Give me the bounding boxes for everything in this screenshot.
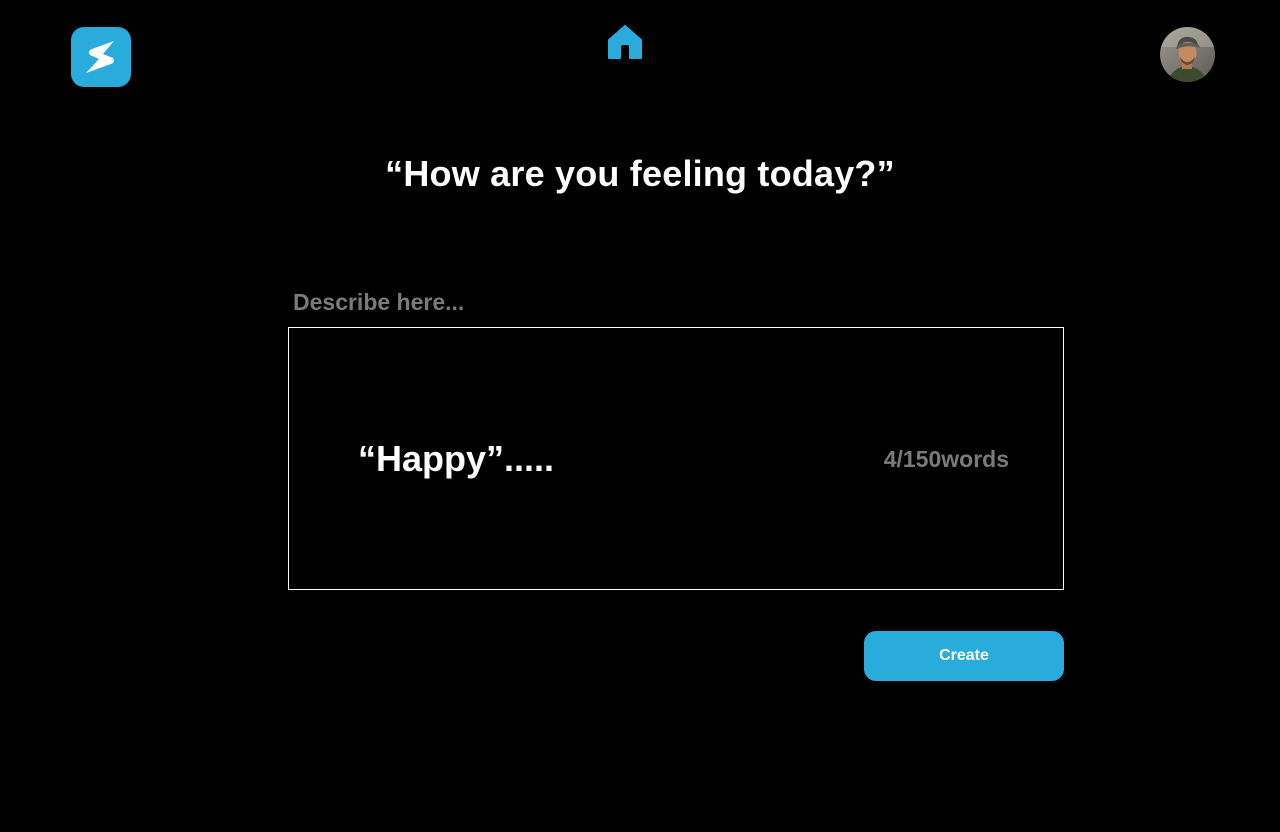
input-label: Describe here...	[293, 289, 465, 315]
lightning-s-logo-icon	[86, 41, 115, 73]
textarea-value: “Happy”.....	[358, 438, 555, 479]
user-avatar[interactable]	[1160, 27, 1215, 82]
avatar-photo	[1160, 27, 1215, 82]
home-button[interactable]	[607, 24, 643, 60]
feeling-textarea[interactable]: “Happy”..... 4/150words	[288, 327, 1064, 590]
page-title: “How are you feeling today?”	[385, 153, 895, 194]
app-logo[interactable]	[71, 27, 131, 87]
create-button[interactable]: Create	[864, 631, 1064, 681]
word-counter: 4/150words	[883, 446, 1009, 472]
home-icon	[608, 25, 642, 59]
